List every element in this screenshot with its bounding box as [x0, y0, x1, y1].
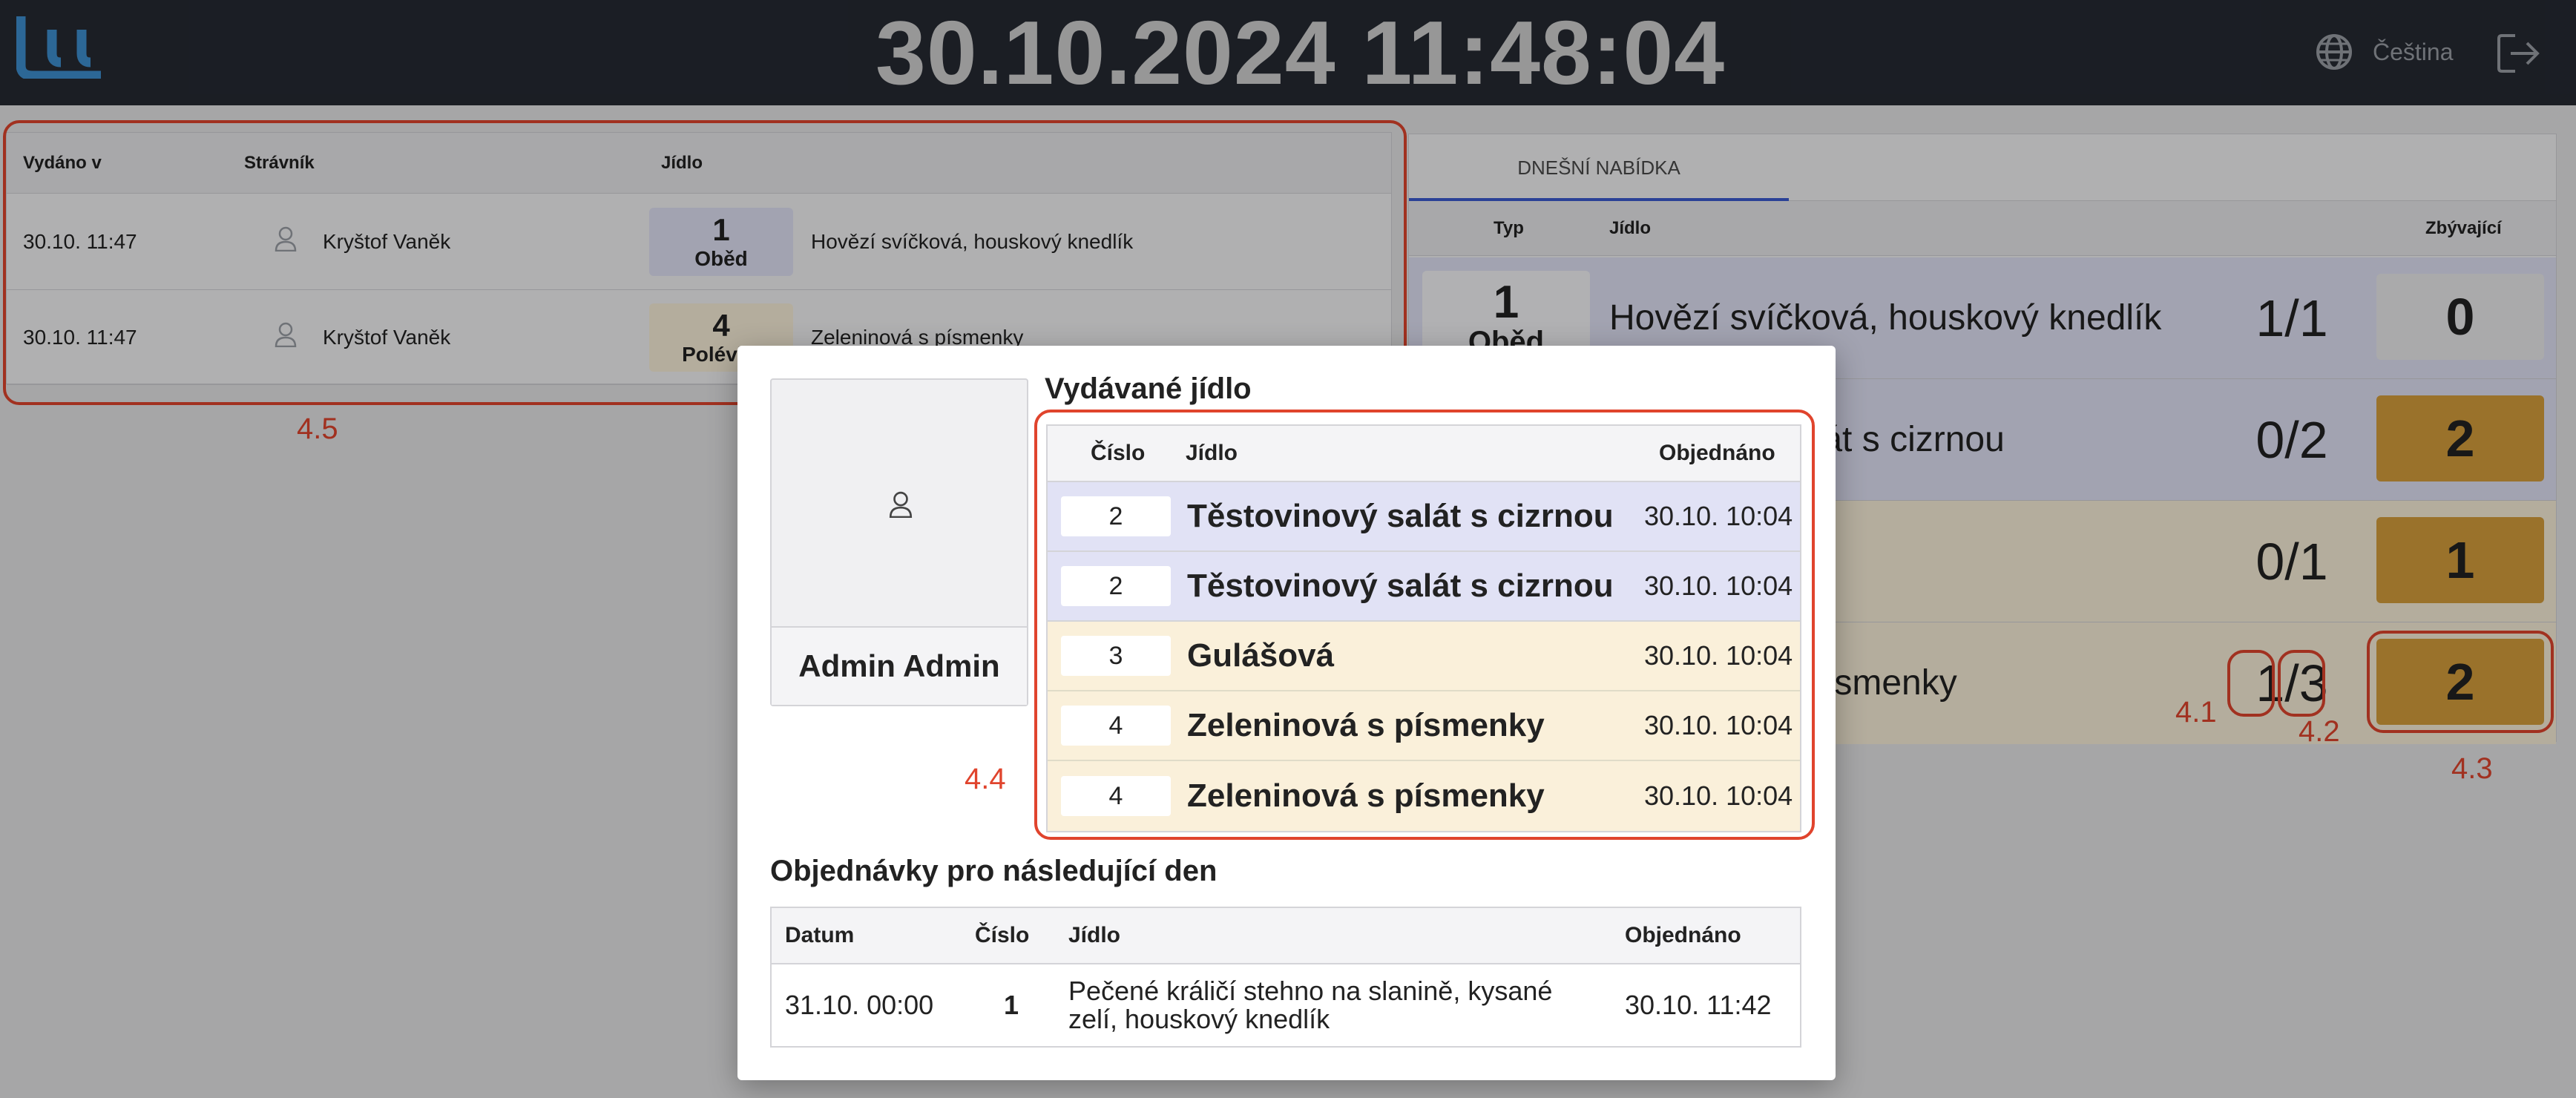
- next-day-orders-title: Objednávky pro následující den: [770, 855, 1218, 887]
- user-icon: [889, 491, 913, 518]
- meal-name: Pečené králičí stehno na slanině, kysané…: [1068, 976, 1553, 1034]
- table-row[interactable]: 31.10. 00:00 1 Pečené králičí stehno na …: [772, 964, 1800, 1046]
- annotation-box-4-4: [1034, 410, 1815, 840]
- ordered-time: 30.10. 11:42: [1625, 990, 1772, 1020]
- meal-number: 1: [1003, 990, 1019, 1020]
- issue-dialog: Admin Admin Vydávané jídlo Číslo Jídlo O…: [737, 346, 1836, 1080]
- next-day-orders-table: Datum Číslo Jídlo Objednáno 31.10. 00:00…: [770, 907, 1801, 1048]
- diner-card: Admin Admin: [770, 378, 1028, 706]
- col-meal: Jídlo: [1068, 923, 1121, 947]
- col-ordered: Objednáno: [1625, 923, 1741, 947]
- issued-meal-title: Vydávané jídlo: [1045, 372, 1252, 405]
- col-date: Datum: [785, 923, 855, 947]
- order-date: 31.10. 00:00: [785, 990, 934, 1020]
- annotation-4-4: 4.4: [965, 763, 1006, 795]
- col-number: Číslo: [975, 923, 1030, 947]
- diner-name: Admin Admin: [772, 626, 1027, 705]
